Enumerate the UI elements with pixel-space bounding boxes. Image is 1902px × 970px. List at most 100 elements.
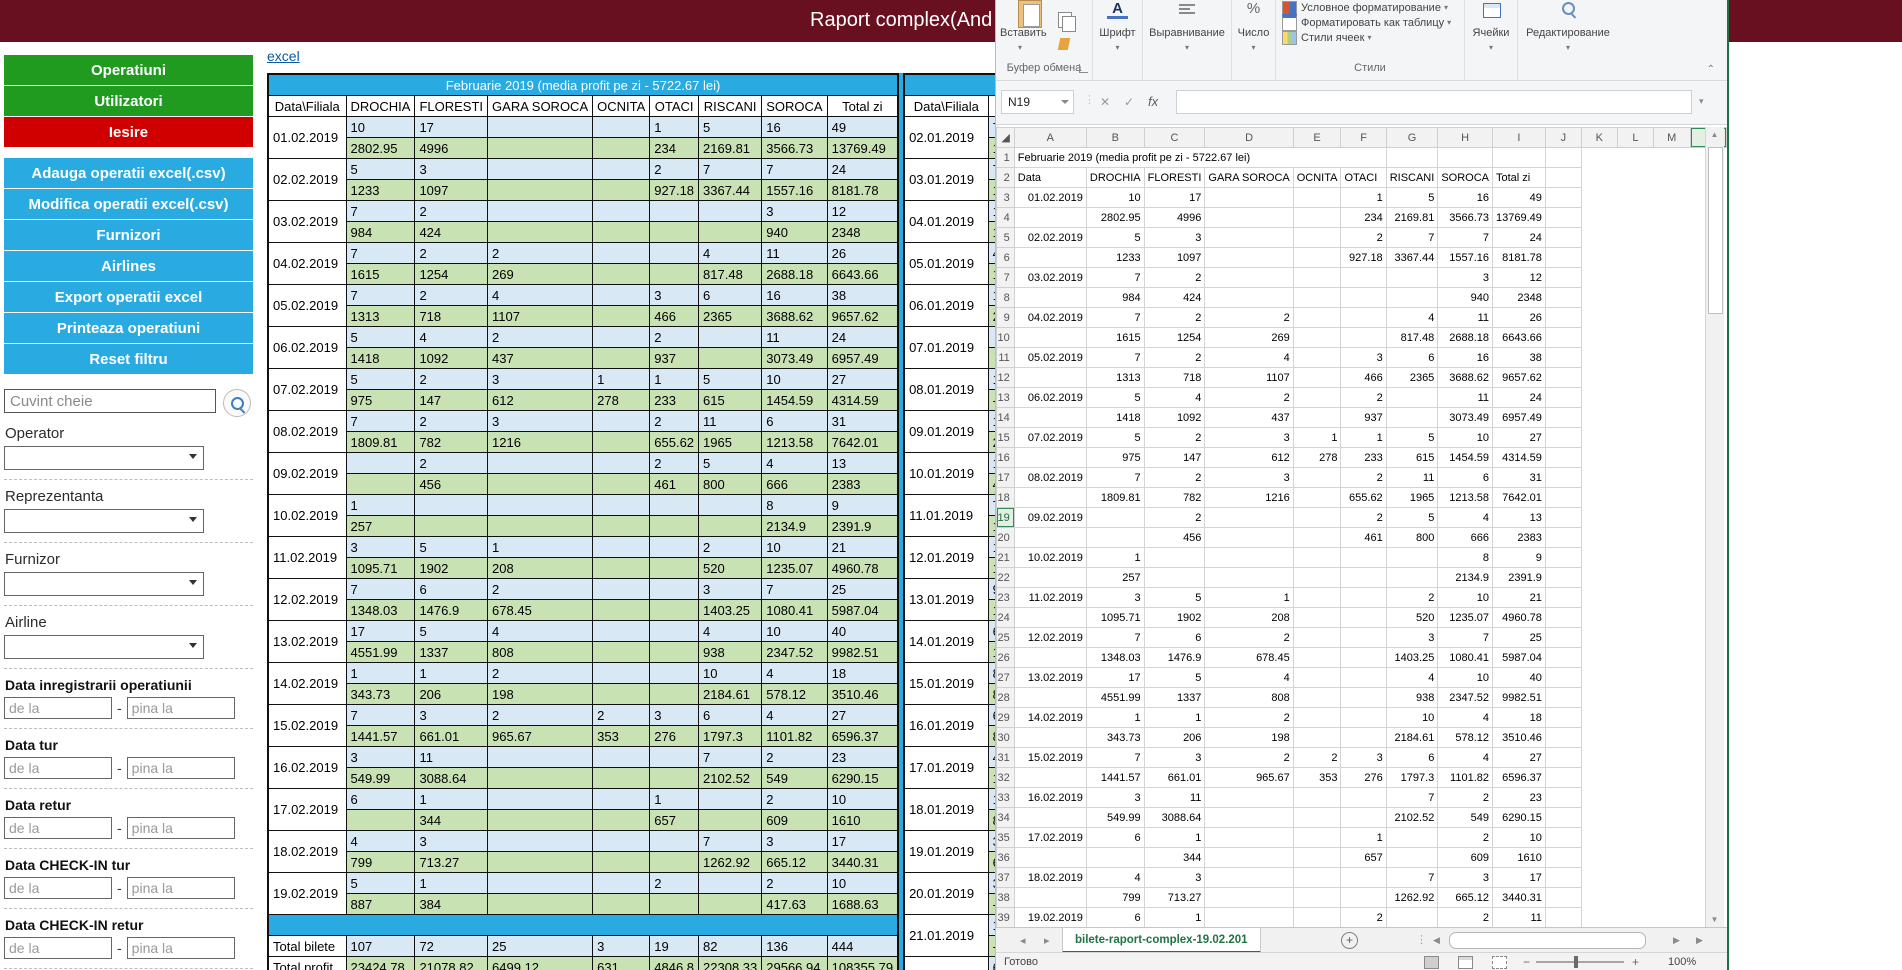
row-header-32[interactable]: 32 <box>997 768 1015 788</box>
cell[interactable]: 5 <box>1086 428 1144 448</box>
excel-export-link[interactable]: excel <box>267 48 300 64</box>
cell[interactable]: 7 <box>1086 628 1144 648</box>
cell[interactable] <box>1545 388 1581 408</box>
row-header-9[interactable]: 9 <box>997 308 1015 328</box>
cell[interactable]: 1403.25 <box>1386 648 1438 668</box>
cell[interactable] <box>1653 588 1690 608</box>
cell[interactable] <box>1341 868 1386 888</box>
sidebar-item-iesire[interactable]: Iesire <box>4 117 253 147</box>
cell[interactable] <box>1205 908 1293 928</box>
cell[interactable] <box>1581 308 1617 328</box>
cell[interactable]: 2 <box>1144 468 1205 488</box>
cell[interactable] <box>1205 848 1293 868</box>
cell[interactable]: 657 <box>1341 848 1386 868</box>
cell[interactable] <box>1014 568 1086 588</box>
cell[interactable] <box>1617 328 1653 348</box>
cell[interactable]: 10 <box>1386 708 1438 728</box>
row-header-10[interactable]: 10 <box>997 328 1015 348</box>
cell[interactable]: 927.18 <box>1341 248 1386 268</box>
cell[interactable] <box>1581 448 1617 468</box>
row-header-37[interactable]: 37 <box>997 868 1015 888</box>
cell[interactable]: 147 <box>1144 448 1205 468</box>
cell[interactable] <box>1341 708 1386 728</box>
cell[interactable]: 2102.52 <box>1386 808 1438 828</box>
cell[interactable]: 2 <box>1144 428 1205 448</box>
cell[interactable]: 1 <box>1144 828 1205 848</box>
cell[interactable] <box>1293 848 1341 868</box>
cell[interactable] <box>1293 208 1341 228</box>
cell[interactable]: 3 <box>1205 468 1293 488</box>
cell[interactable] <box>1653 508 1690 528</box>
date-from-input[interactable] <box>4 697 112 719</box>
cell[interactable]: 965.67 <box>1205 768 1293 788</box>
cell[interactable] <box>1545 728 1581 748</box>
cell[interactable] <box>1581 548 1617 568</box>
cell[interactable]: 6290.15 <box>1493 808 1546 828</box>
row-header-16[interactable]: 16 <box>997 448 1015 468</box>
cell[interactable] <box>1617 788 1653 808</box>
zoom-level[interactable]: 100% <box>1668 956 1696 968</box>
cell[interactable]: 437 <box>1205 408 1293 428</box>
cell[interactable] <box>1581 168 1617 188</box>
column-header-H[interactable]: H <box>1438 128 1493 148</box>
cell[interactable]: 3 <box>1438 268 1493 288</box>
cell[interactable] <box>1144 548 1205 568</box>
cell[interactable]: 353 <box>1293 768 1341 788</box>
cell[interactable] <box>1386 288 1438 308</box>
sidebar-action-button[interactable]: Furnizori <box>4 220 253 250</box>
cell[interactable] <box>1581 528 1617 548</box>
date-from-input[interactable] <box>4 877 112 899</box>
cell[interactable]: 549 <box>1438 808 1493 828</box>
cell[interactable] <box>1581 608 1617 628</box>
row-header-19[interactable]: 19 <box>997 508 1015 528</box>
cell[interactable] <box>1617 228 1653 248</box>
ribbon-collapse-icon[interactable]: ⌃ <box>1707 64 1715 75</box>
column-header-J[interactable]: J <box>1545 128 1581 148</box>
column-header-G[interactable]: G <box>1386 128 1438 148</box>
cell[interactable]: 6 <box>1144 628 1205 648</box>
cell[interactable]: 278 <box>1293 448 1341 468</box>
cell[interactable] <box>1293 308 1341 328</box>
cell[interactable] <box>1014 208 1086 228</box>
cell[interactable] <box>1014 848 1086 868</box>
cell[interactable] <box>1545 308 1581 328</box>
cell[interactable] <box>1014 288 1086 308</box>
cell[interactable]: 1080.41 <box>1438 648 1493 668</box>
cell[interactable] <box>1293 808 1341 828</box>
cell[interactable] <box>1293 728 1341 748</box>
cell[interactable] <box>1086 508 1144 528</box>
cell[interactable]: 7 <box>1086 348 1144 368</box>
row-header-23[interactable]: 23 <box>997 588 1015 608</box>
cell[interactable] <box>1617 768 1653 788</box>
cell[interactable]: 06.02.2019 <box>1014 388 1086 408</box>
cell[interactable]: 3 <box>1086 788 1144 808</box>
row-header-3[interactable]: 3 <box>997 188 1015 208</box>
cell[interactable]: 02.02.2019 <box>1014 228 1086 248</box>
cell[interactable] <box>1617 548 1653 568</box>
cell[interactable] <box>1205 808 1293 828</box>
cell[interactable]: GARA SOROCA <box>1205 168 1293 188</box>
cell[interactable]: 233 <box>1341 448 1386 468</box>
cell[interactable] <box>1581 228 1617 248</box>
cell[interactable] <box>1293 228 1341 248</box>
row-header-2[interactable]: 2 <box>997 168 1015 188</box>
cell[interactable] <box>1341 548 1386 568</box>
cell[interactable]: 10.02.2019 <box>1014 548 1086 568</box>
cell[interactable]: 13.02.2019 <box>1014 668 1086 688</box>
cell[interactable]: 612 <box>1205 448 1293 468</box>
cell[interactable]: 12 <box>1493 268 1546 288</box>
cell[interactable]: 13769.49 <box>1493 208 1546 228</box>
filter-select-furnizor[interactable] <box>4 572 204 596</box>
cell[interactable] <box>1014 888 1086 908</box>
cell[interactable]: 1213.58 <box>1438 488 1493 508</box>
cell[interactable] <box>1545 588 1581 608</box>
row-header-14[interactable]: 14 <box>997 408 1015 428</box>
cell[interactable] <box>1014 808 1086 828</box>
date-to-input[interactable] <box>127 757 235 779</box>
cell[interactable] <box>1653 368 1690 388</box>
cell[interactable] <box>1653 848 1690 868</box>
cell[interactable] <box>1014 528 1086 548</box>
cell[interactable] <box>1014 248 1086 268</box>
cell[interactable] <box>1205 508 1293 528</box>
ribbon-group-number[interactable]: % Число ▾ <box>1232 0 1276 80</box>
